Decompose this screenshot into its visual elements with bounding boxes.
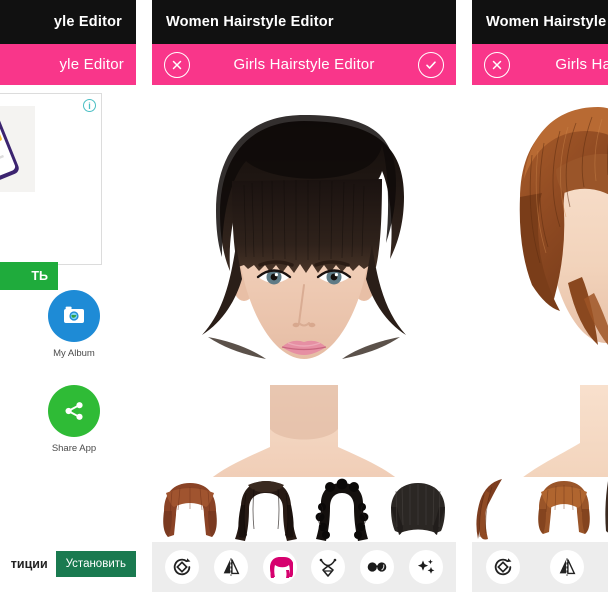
- long-dark-wavy-icon: [235, 481, 297, 541]
- hairstyle-thumbnail-strip[interactable]: [152, 477, 456, 542]
- necklace-icon[interactable]: [311, 550, 346, 584]
- home-tile-share-app[interactable]: Share App: [34, 385, 114, 454]
- screenshot-collage: yle Editor yle Editor i ТЬ My Album Shar…: [0, 0, 608, 608]
- middle-canvas[interactable]: [152, 85, 456, 592]
- hairstyle-thumbnail-strip[interactable]: [472, 477, 608, 542]
- home-tile-clipped-2[interactable]: s: [0, 385, 4, 454]
- check-glyph-icon: [426, 60, 436, 69]
- left-canvas: i ТЬ My Album Share App тиции Установить: [0, 85, 136, 598]
- middle-appbar-title: Girls Hairstyle Editor: [233, 56, 375, 73]
- black-curly-long-icon: [315, 478, 369, 541]
- flip-glyph-icon: [223, 558, 240, 576]
- rotate-glyph-icon: [174, 558, 191, 576]
- left-appbar: yle Editor: [0, 44, 136, 85]
- auburn-bob-with-bangs-icon: [163, 483, 217, 537]
- ad-info-icon[interactable]: i: [83, 99, 96, 112]
- hairstyle-thumb-auburn-bob[interactable]: [530, 477, 598, 542]
- middle-panel: Women Hairstyle Editor Girls Hairstyle E…: [152, 0, 456, 592]
- ad-cta-label: ТЬ: [31, 269, 48, 283]
- dark-strands-icon: [605, 481, 608, 533]
- hair-glyph-icon: [269, 557, 293, 578]
- right-statusbar-title: Women Hairstyle Ed: [486, 14, 608, 30]
- share-icon: [65, 402, 83, 420]
- auburn-long-side-icon: [476, 479, 502, 540]
- ad-cta-button[interactable]: ТЬ: [0, 262, 58, 290]
- home-tile-row: My Album: [0, 290, 114, 359]
- hairstyle-thumb-black-curly[interactable]: [304, 477, 380, 542]
- dark-straight-with-bangs-icon: [391, 483, 445, 535]
- home-tile-label: My Album: [53, 348, 95, 359]
- sunglasses-glyph-icon: [367, 562, 387, 572]
- rotate-icon[interactable]: [165, 550, 200, 584]
- phone-illustration-icon: [0, 106, 35, 192]
- left-panel: yle Editor yle Editor i ТЬ My Album Shar…: [0, 0, 136, 598]
- home-tile-grid: My Album s: [0, 290, 114, 480]
- home-tile-label: s: [0, 443, 4, 454]
- close-icon[interactable]: [164, 51, 190, 78]
- hairstyle-thumb-dark-straight-bangs[interactable]: [380, 477, 456, 542]
- home-tile-row: s Share App: [0, 385, 114, 454]
- home-tile-circle: [48, 290, 100, 342]
- gutter-left: [136, 0, 152, 608]
- right-panel: Women Hairstyle Ed Girls Hai: [472, 0, 608, 592]
- flip-icon[interactable]: [213, 550, 248, 584]
- sunglasses-icon[interactable]: [359, 550, 394, 584]
- ad-info-letter: i: [88, 100, 91, 111]
- right-toolbar: [472, 542, 608, 592]
- flip-icon[interactable]: [550, 550, 584, 584]
- left-appbar-title: yle Editor: [59, 56, 124, 73]
- home-tile-label: Share App: [51, 443, 97, 454]
- bottom-ad-banner: тиции Установить: [0, 544, 136, 584]
- check-icon[interactable]: [418, 51, 444, 78]
- gutter-right: [456, 0, 472, 608]
- sparkle-icon[interactable]: [408, 550, 443, 584]
- bottom-ad-text: тиции: [10, 557, 48, 571]
- close-glyph-icon: [492, 60, 502, 69]
- middle-statusbar-title: Women Hairstyle Editor: [166, 14, 334, 30]
- ad-card[interactable]: i ТЬ: [0, 93, 102, 290]
- home-tile-circle: [48, 385, 100, 437]
- close-glyph-icon: [172, 60, 182, 69]
- ad-image: [0, 106, 35, 192]
- photo-icon: [64, 306, 84, 323]
- hairstyle-thumb-auburn-bob[interactable]: [152, 477, 228, 542]
- necklace-glyph-icon: [319, 558, 337, 577]
- right-appbar: Girls Hai: [472, 44, 608, 85]
- hairstyle-thumb-dark-strands[interactable]: [598, 477, 608, 542]
- rotate-icon[interactable]: [486, 550, 520, 584]
- rotate-glyph-icon: [494, 558, 512, 576]
- right-statusbar: Women Hairstyle Ed: [472, 0, 608, 44]
- flip-glyph-icon: [559, 558, 576, 576]
- home-tile-clipped-1[interactable]: [0, 290, 4, 359]
- close-icon[interactable]: [484, 51, 510, 78]
- right-appbar-title: Girls Hai: [555, 56, 608, 73]
- middle-toolbar: [152, 542, 456, 592]
- left-statusbar-title: yle Editor: [53, 14, 122, 30]
- sparkle-glyph-icon: [417, 559, 435, 574]
- auburn-bob-with-bangs-icon: [538, 481, 590, 534]
- right-canvas[interactable]: [472, 85, 608, 592]
- install-button[interactable]: Установить: [55, 551, 136, 577]
- hair-icon[interactable]: [262, 550, 297, 584]
- hairstyle-thumb-long-dark-wavy[interactable]: [228, 477, 304, 542]
- hairstyle-thumb-auburn-long-side[interactable]: [472, 477, 530, 542]
- middle-appbar: Girls Hairstyle Editor: [152, 44, 456, 85]
- left-statusbar: yle Editor: [0, 0, 136, 44]
- home-tile-my-album[interactable]: My Album: [34, 290, 114, 359]
- middle-statusbar: Women Hairstyle Editor: [152, 0, 456, 44]
